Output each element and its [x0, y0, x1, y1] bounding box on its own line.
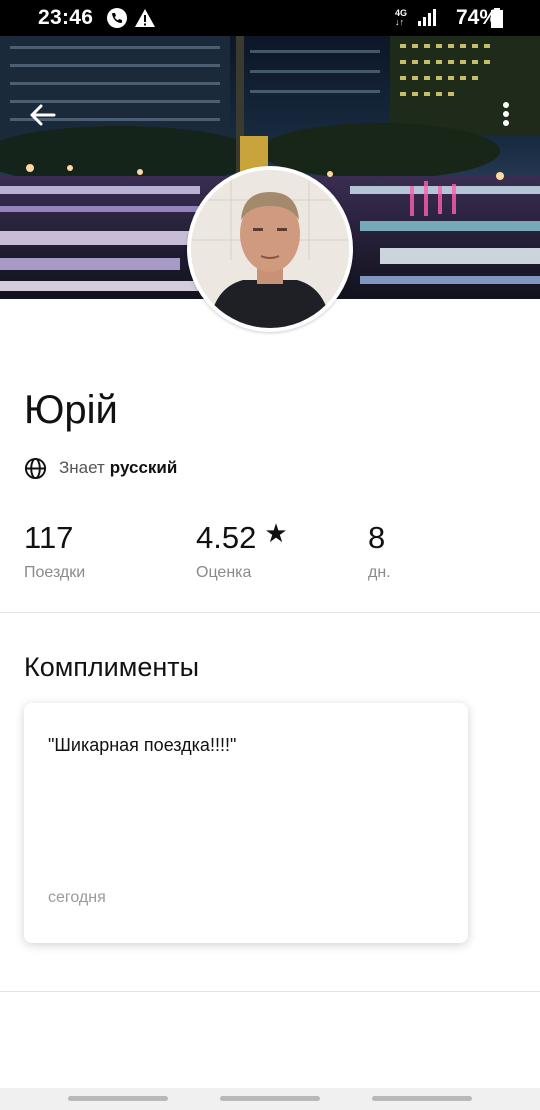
stat-days-value: 8	[368, 520, 386, 555]
nav-recents-button[interactable]	[68, 1096, 168, 1101]
phone-call-icon	[106, 7, 128, 34]
nav-back-button[interactable]	[372, 1096, 472, 1101]
stat-rating-value: 4.52	[196, 520, 257, 555]
compliment-card[interactable]: "Шикарная поездка!!!!" сегодня	[24, 703, 468, 943]
network-type: 4G	[395, 8, 408, 18]
more-vertical-icon	[503, 102, 509, 126]
compliment-time: сегодня	[48, 889, 106, 906]
stat-days: 8 дн.	[368, 520, 391, 582]
warning-icon	[134, 7, 156, 34]
language-row: Знает русский	[24, 456, 177, 480]
avatar-photo	[191, 170, 349, 328]
system-nav-bar	[0, 1088, 540, 1110]
signal-icon	[418, 7, 436, 32]
language-label: Знает	[59, 458, 105, 477]
nav-home-button[interactable]	[220, 1096, 320, 1101]
stat-rating-label: Оценка	[196, 564, 252, 581]
back-button[interactable]	[26, 98, 60, 132]
language-value: русский	[109, 458, 178, 477]
status-time: 23:46	[38, 6, 94, 29]
stat-trips-value: 117	[24, 520, 74, 555]
compliment-text: "Шикарная поездка!!!!"	[48, 735, 237, 755]
stat-days-label: дн.	[368, 564, 391, 581]
arrow-left-icon	[30, 104, 56, 126]
profile-name: Юрій	[24, 388, 118, 432]
status-bar: 23:46 4G ↓↑ 74%	[0, 0, 540, 36]
compliments-title: Комплименты	[24, 652, 200, 682]
stat-rating: 4.52 ★ Оценка	[196, 518, 288, 582]
more-options-button[interactable]	[494, 98, 518, 132]
divider	[0, 991, 540, 992]
stat-trips: 117 Поездки	[24, 520, 85, 582]
battery-icon	[491, 8, 503, 33]
star-icon: ★	[264, 518, 288, 548]
network-4g-icon: 4G ↓↑	[395, 8, 408, 27]
avatar	[187, 166, 353, 332]
divider	[0, 612, 540, 613]
stat-trips-label: Поездки	[24, 564, 86, 581]
globe-icon	[24, 457, 47, 479]
